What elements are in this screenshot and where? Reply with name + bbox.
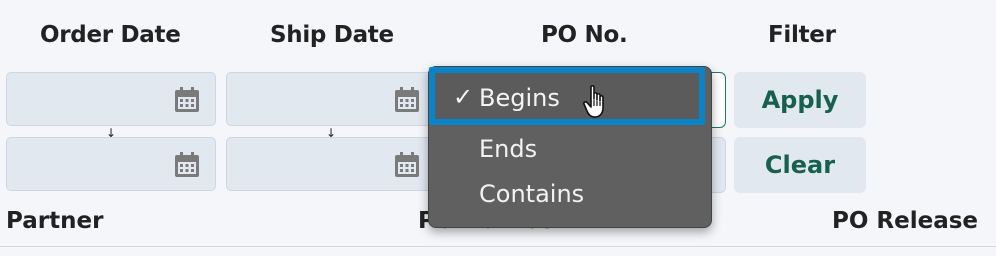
column-header-partner[interactable]: Partner [6, 208, 103, 234]
calendar-icon[interactable] [173, 86, 201, 114]
clear-button[interactable]: Clear [734, 137, 866, 193]
apply-button[interactable]: Apply [734, 72, 866, 128]
order-date-from-input[interactable] [6, 72, 216, 126]
ship-date-label: Ship Date [270, 22, 394, 48]
menu-item-ends[interactable]: Ends [479, 135, 537, 163]
table-header-divider [0, 246, 996, 247]
filter-label: Filter [768, 22, 836, 48]
calendar-icon[interactable] [393, 86, 421, 114]
hand-cursor-icon [583, 85, 604, 118]
calendar-icon[interactable] [393, 151, 421, 179]
menu-item-begins[interactable]: ✓ Begins [429, 67, 705, 125]
checkmark-icon: ✓ [453, 83, 474, 111]
column-header-po-release[interactable]: PO Release [832, 208, 978, 234]
menu-item-label: Begins [479, 84, 560, 112]
menu-item-contains[interactable]: Contains [479, 180, 584, 208]
ship-date-from-input[interactable] [226, 72, 436, 126]
po-no-label: PO No. [541, 22, 628, 48]
order-date-label: Order Date [40, 22, 181, 48]
ship-date-to-input[interactable] [226, 137, 436, 191]
po-match-dropdown-menu: ✓ Begins Ends Contains [428, 66, 712, 228]
calendar-icon[interactable] [173, 151, 201, 179]
order-date-to-input[interactable] [6, 137, 216, 191]
